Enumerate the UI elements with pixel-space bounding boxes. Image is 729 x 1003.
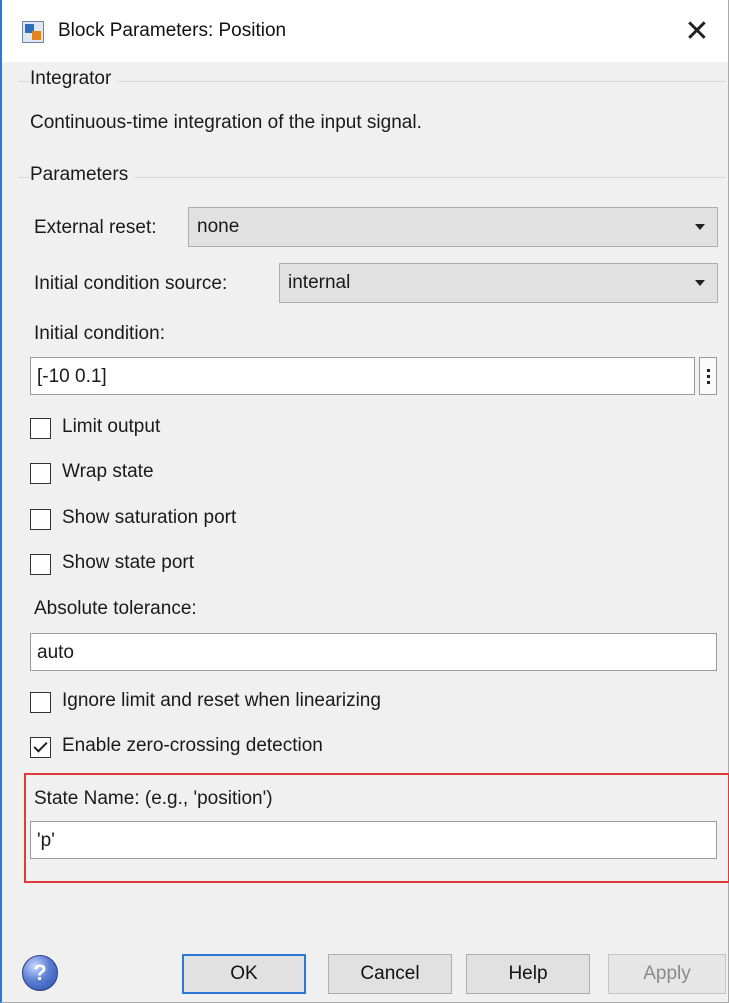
integrator-group-label: Integrator [30, 68, 118, 90]
checkbox-label: Limit output [62, 416, 161, 437]
parameters-group-label: Parameters [30, 164, 135, 186]
initial-condition-source-label: Initial condition source: [34, 273, 228, 294]
more-dot-icon [706, 368, 710, 372]
cancel-button[interactable]: Cancel [328, 954, 452, 994]
simulink-block-icon [22, 21, 44, 43]
more-dot-icon [706, 380, 710, 384]
external-reset-label: External reset: [34, 217, 157, 238]
absolute-tolerance-input[interactable]: auto [30, 633, 717, 671]
state-name-value: 'p' [37, 830, 55, 851]
checkbox-box [30, 509, 51, 530]
checkbox-box [30, 737, 51, 758]
block-parameters-dialog: Block Parameters: Position ✕ Integrator … [0, 0, 729, 1003]
external-reset-dropdown[interactable]: none [188, 207, 718, 247]
initial-condition-label: Initial condition: [34, 323, 165, 344]
close-button[interactable]: ✕ [666, 0, 728, 62]
external-reset-value: none [197, 216, 240, 237]
apply-button[interactable]: Apply [608, 954, 726, 994]
dropdown-arrow-icon [695, 280, 705, 286]
checkbox-box [30, 692, 51, 713]
checkbox-box [30, 554, 51, 575]
initial-condition-source-value: internal [288, 272, 351, 293]
checkbox-label: Wrap state [62, 461, 154, 482]
dropdown-arrow-icon [695, 224, 705, 230]
absolute-tolerance-label: Absolute tolerance: [34, 598, 197, 619]
checkbox-label: Enable zero-crossing detection [62, 735, 323, 756]
checkbox-label: Show state port [62, 552, 195, 573]
integrator-group-divider [18, 81, 726, 82]
absolute-tolerance-value: auto [37, 642, 74, 663]
checkbox-label: Show saturation port [62, 507, 237, 528]
initial-condition-source-dropdown[interactable]: internal [279, 263, 718, 303]
more-dot-icon [706, 374, 710, 378]
ok-button[interactable]: OK [182, 954, 306, 994]
help-icon[interactable]: ? [22, 955, 58, 991]
checkmark-icon [33, 738, 48, 753]
initial-condition-input[interactable]: [-10 0.1] [30, 357, 695, 395]
checkbox-label: Ignore limit and reset when linearizing [62, 690, 381, 711]
state-name-label: State Name: (e.g., 'position') [34, 788, 273, 809]
more-options-button[interactable] [699, 357, 717, 395]
checkbox-box [30, 418, 51, 439]
window-title: Block Parameters: Position [58, 20, 287, 41]
title-bar: Block Parameters: Position ✕ [2, 0, 728, 62]
close-icon: ✕ [684, 13, 710, 49]
initial-condition-value: [-10 0.1] [37, 366, 107, 387]
checkbox-box [30, 463, 51, 484]
state-name-input[interactable]: 'p' [30, 821, 717, 859]
help-button[interactable]: Help [466, 954, 590, 994]
block-description: Continuous-time integration of the input… [30, 112, 422, 133]
